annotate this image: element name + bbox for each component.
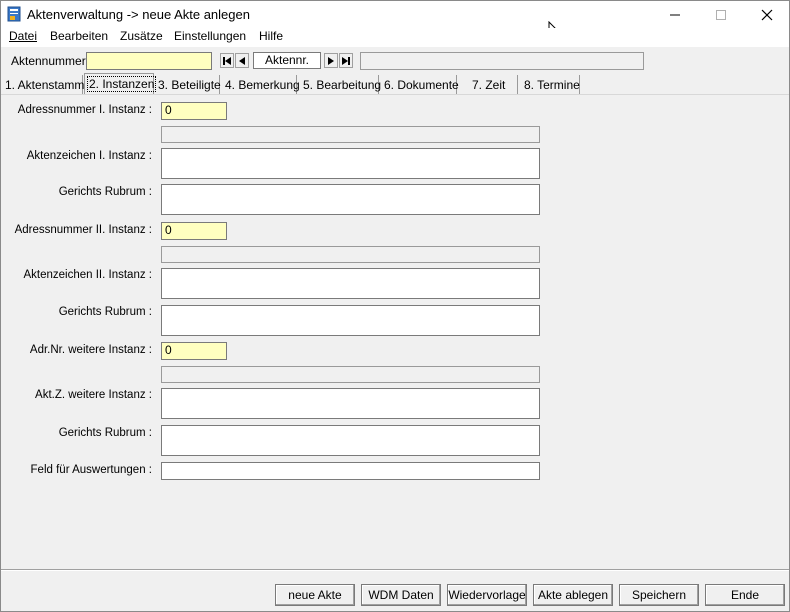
aktennr-display: Aktennr. bbox=[253, 52, 321, 69]
close-icon bbox=[761, 9, 773, 20]
next-record-icon bbox=[328, 56, 334, 65]
adr1-input[interactable]: 0 bbox=[161, 102, 227, 120]
adr1-name-field bbox=[161, 126, 540, 143]
rubrum2-label: Gerichts Rubrum : bbox=[58, 306, 152, 318]
tab-beteiligte[interactable]: 3. Beteiligte bbox=[158, 75, 221, 94]
maximize-button[interactable] bbox=[698, 1, 744, 28]
rubrum3-label: Gerichts Rubrum : bbox=[58, 427, 152, 439]
aktennummer-label: Aktennummer : bbox=[11, 54, 93, 68]
rubrum2-input[interactable] bbox=[161, 305, 540, 336]
window-title: Aktenverwaltung -> neue Akte anlegen bbox=[27, 7, 250, 22]
tab-dokumente[interactable]: 6. Dokumente bbox=[384, 75, 459, 94]
maximize-icon bbox=[716, 9, 726, 20]
title-bar[interactable]: Aktenverwaltung -> neue Akte anlegen bbox=[1, 1, 789, 42]
tab-zeit[interactable]: 7. Zeit bbox=[472, 75, 518, 94]
wiedervorlage-button[interactable]: Wiedervorlage bbox=[447, 584, 527, 606]
menu-bar: Datei Bearbeiten Zusätze Einstellungen H… bbox=[1, 28, 789, 47]
previous-record-button[interactable] bbox=[235, 53, 249, 68]
last-record-icon bbox=[342, 56, 350, 65]
first-record-button[interactable] bbox=[220, 53, 234, 68]
menu-einstellungen[interactable]: Einstellungen bbox=[173, 29, 247, 43]
minimize-icon bbox=[670, 14, 680, 15]
tab-instanzen[interactable]: 2. Instanzen bbox=[84, 73, 157, 95]
az1-input[interactable] bbox=[161, 148, 540, 179]
next-record-button[interactable] bbox=[324, 53, 338, 68]
first-record-icon bbox=[223, 56, 231, 65]
adr2-label: Adressnummer II. Instanz : bbox=[14, 224, 152, 236]
tab-bemerkung[interactable]: 4. Bemerkung bbox=[225, 75, 300, 94]
az2-label: Aktenzeichen II. Instanz : bbox=[23, 269, 153, 281]
previous-record-icon bbox=[239, 56, 245, 65]
app-icon bbox=[7, 6, 21, 22]
speichern-button[interactable]: Speichern bbox=[619, 584, 699, 606]
menu-datei[interactable]: Datei bbox=[8, 29, 38, 43]
bottom-separator bbox=[1, 569, 789, 571]
az3-input[interactable] bbox=[161, 388, 540, 419]
wdm-daten-button[interactable]: WDM Daten bbox=[361, 584, 441, 606]
rubrum1-input[interactable] bbox=[161, 184, 540, 215]
akte-info-field bbox=[360, 52, 644, 70]
close-button[interactable] bbox=[744, 1, 789, 28]
az2-input[interactable] bbox=[161, 268, 540, 299]
tab-aktenstamm[interactable]: 1. Aktenstamm bbox=[5, 75, 84, 94]
tab-divider bbox=[1, 94, 789, 95]
menu-hilfe[interactable]: Hilfe bbox=[258, 29, 284, 43]
adr1-label: Adressnummer I. Instanz : bbox=[17, 104, 152, 116]
auswertung-input[interactable] bbox=[161, 462, 540, 480]
auswertung-label: Feld für Auswertungen : bbox=[30, 464, 152, 476]
adr3-input[interactable]: 0 bbox=[161, 342, 227, 360]
az3-label: Akt.Z. weitere Instanz : bbox=[35, 389, 152, 401]
minimize-button[interactable] bbox=[652, 1, 698, 28]
ende-button[interactable]: Ende bbox=[705, 584, 785, 606]
rubrum1-label: Gerichts Rubrum : bbox=[58, 186, 152, 198]
rubrum3-input[interactable] bbox=[161, 425, 540, 456]
tab-bar: 1. Aktenstamm 2. Instanzen 3. Beteiligte… bbox=[1, 73, 789, 95]
neue-akte-button[interactable]: neue Akte bbox=[275, 584, 355, 606]
main-window: Aktenverwaltung -> neue Akte anlegen Dat… bbox=[0, 0, 790, 612]
aktennummer-input[interactable] bbox=[86, 52, 212, 70]
menu-bearbeiten[interactable]: Bearbeiten bbox=[49, 29, 109, 43]
last-record-button[interactable] bbox=[339, 53, 353, 68]
akte-ablegen-button[interactable]: Akte ablegen bbox=[533, 584, 613, 606]
menu-zusaetze[interactable]: Zusätze bbox=[119, 29, 164, 43]
adr2-input[interactable]: 0 bbox=[161, 222, 227, 240]
tab-bearbeitung[interactable]: 5. Bearbeitung bbox=[303, 75, 381, 94]
adr2-name-field bbox=[161, 246, 540, 263]
adr3-label: Adr.Nr. weitere Instanz : bbox=[29, 344, 152, 356]
tab-termine[interactable]: 8. Termine bbox=[524, 75, 580, 94]
adr3-name-field bbox=[161, 366, 540, 383]
az1-label: Aktenzeichen I. Instanz : bbox=[26, 150, 152, 162]
